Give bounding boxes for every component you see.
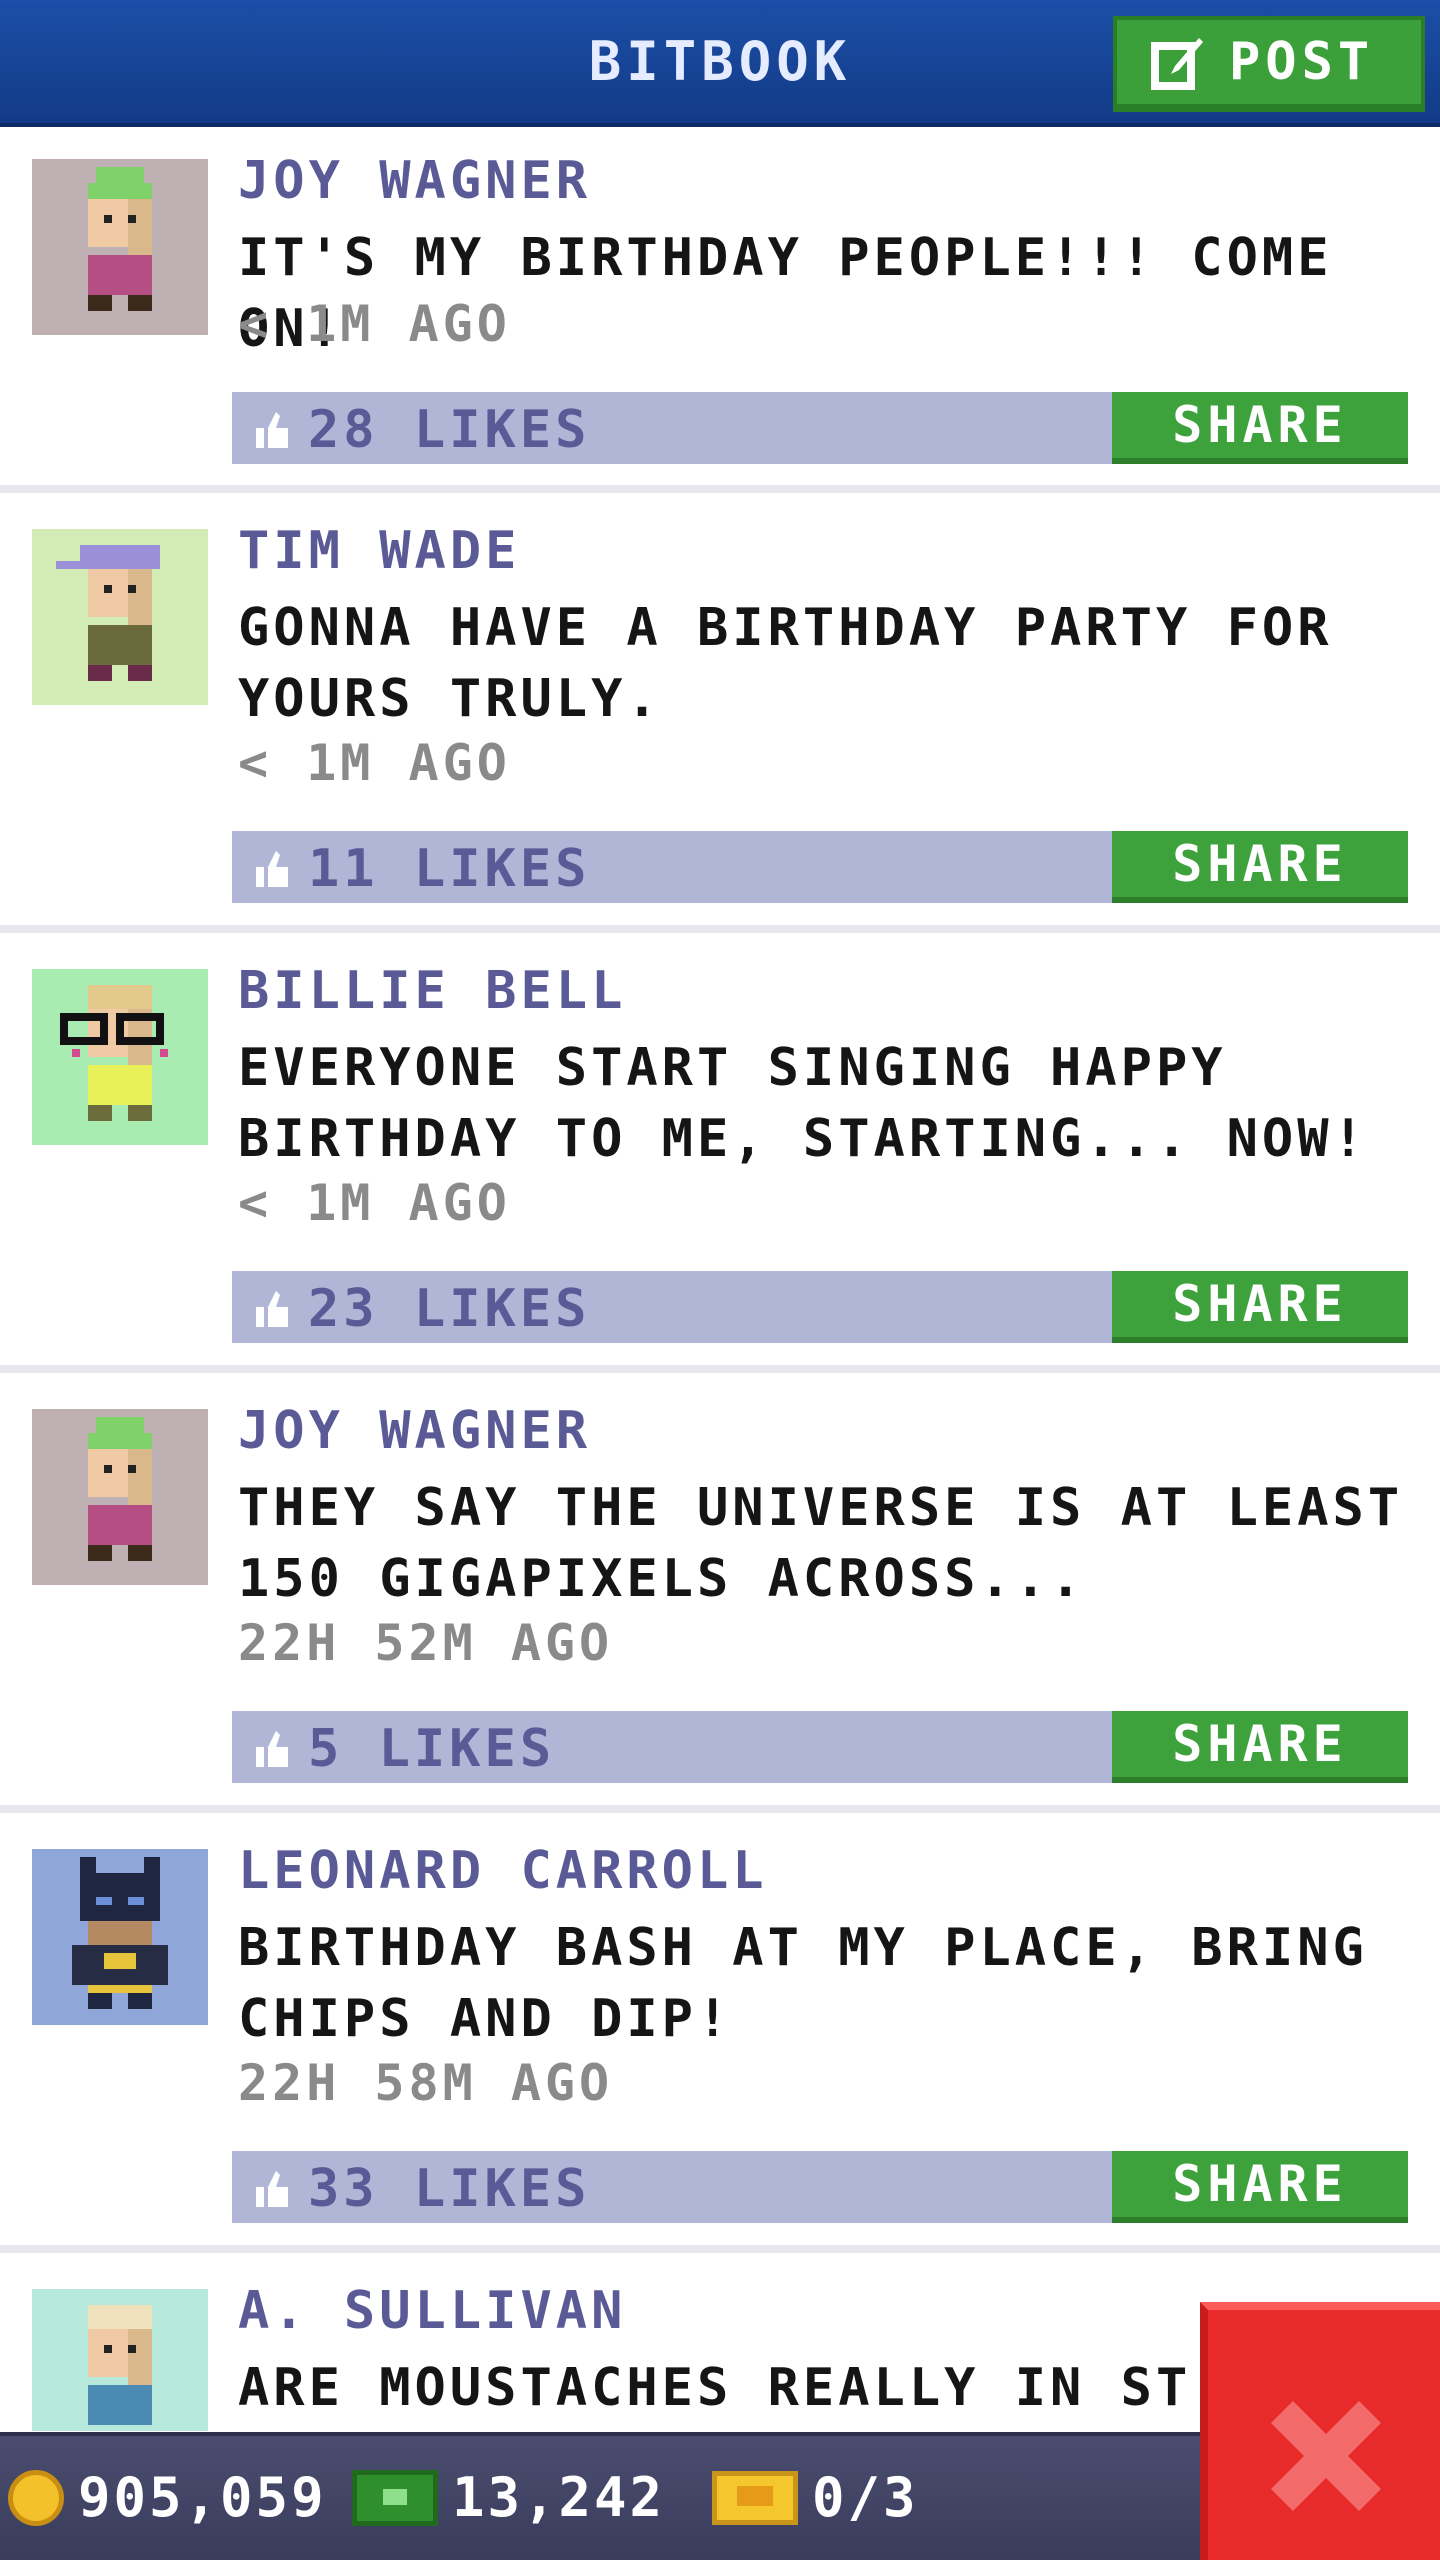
post-author[interactable]: JOY WAGNER	[238, 151, 591, 211]
bitizen-blond-icon[interactable]	[32, 2289, 208, 2431]
coin-icon	[8, 2469, 64, 2526]
post-time: 22H 52M AGO	[238, 1614, 614, 1672]
tickets-display[interactable]: 0/3	[712, 2466, 919, 2529]
close-button[interactable]	[1200, 2302, 1440, 2560]
post-author[interactable]: BILLIE BELL	[238, 961, 626, 1021]
bux-display[interactable]: 13,242	[352, 2466, 665, 2529]
tickets-amount: 0/3	[812, 2466, 919, 2529]
bux-icon	[352, 2469, 438, 2526]
likes-count: 11 LIKES	[308, 839, 591, 899]
likes-count: 33 LIKES	[308, 2159, 591, 2219]
post-author[interactable]: TIM WADE	[238, 521, 520, 581]
post-author[interactable]: LEONARD CARROLL	[238, 1841, 768, 1901]
close-icon	[1271, 2401, 1381, 2511]
likes-bar: 33 LIKES SHARE	[232, 2151, 1408, 2223]
coins-amount: 905,059	[78, 2466, 327, 2529]
share-button[interactable]: SHARE	[1112, 392, 1408, 464]
bux-amount: 13,242	[452, 2466, 666, 2529]
post-time: < 1M AGO	[238, 1174, 511, 1232]
bitizen-purple-cap-icon[interactable]	[32, 529, 208, 705]
post-button[interactable]: POST	[1113, 16, 1425, 112]
app-header: BITBOOK POST	[0, 0, 1440, 127]
post-button-label: POST	[1229, 32, 1375, 92]
post-author[interactable]: JOY WAGNER	[238, 1401, 591, 1461]
post-text: EVERYONE START SINGING HAPPY BIRTHDAY TO…	[238, 1038, 1368, 1169]
thumbs-up-icon	[256, 2171, 288, 2207]
likes-bar: 23 LIKES SHARE	[232, 1271, 1408, 1343]
feed-post: JOY WAGNER IT'S MY BIRTHDAY PEOPLE!!! CO…	[0, 131, 1440, 493]
feed-post: JOY WAGNER THEY SAY THE UNIVERSE IS AT L…	[0, 1381, 1440, 1813]
feed-post: LEONARD CARROLL BIRTHDAY BASH AT MY PLAC…	[0, 1821, 1440, 2253]
share-button[interactable]: SHARE	[1112, 1271, 1408, 1343]
post-time: 22H 58M AGO	[238, 2054, 614, 2112]
coins-display[interactable]: 905,059	[8, 2466, 327, 2529]
post-text: GONNA HAVE A BIRTHDAY PARTY FOR YOURS TR…	[238, 598, 1368, 729]
feed-post: BILLIE BELL EVERYONE START SINGING HAPPY…	[0, 941, 1440, 1373]
likes-bar: 28 LIKES SHARE	[232, 392, 1408, 464]
post-author[interactable]: A. SULLIVAN	[238, 2281, 626, 2341]
bitizen-glasses-icon[interactable]	[32, 969, 208, 1145]
post-time: < 1M AGO	[238, 734, 511, 792]
ticket-icon	[712, 2470, 798, 2525]
bitizen-green-hat-icon[interactable]	[32, 159, 208, 335]
share-button[interactable]: SHARE	[1112, 1711, 1408, 1783]
likes-bar: 11 LIKES SHARE	[232, 831, 1408, 903]
share-button[interactable]: SHARE	[1112, 2151, 1408, 2223]
feed-post: TIM WADE GONNA HAVE A BIRTHDAY PARTY FOR…	[0, 501, 1440, 933]
post-text: THEY SAY THE UNIVERSE IS AT LEAST 150 GI…	[238, 1478, 1439, 1609]
bitizen-bat-costume-icon[interactable]	[32, 1849, 208, 2025]
likes-bar: 5 LIKES SHARE	[232, 1711, 1408, 1783]
thumbs-up-icon	[256, 412, 288, 448]
likes-count: 5 LIKES	[308, 1719, 556, 1779]
post-text: BIRTHDAY BASH AT MY PLACE, BRING CHIPS A…	[238, 1918, 1404, 2049]
likes-count: 28 LIKES	[308, 400, 591, 460]
thumbs-up-icon	[256, 851, 288, 887]
likes-count: 23 LIKES	[308, 1279, 591, 1339]
feed-list[interactable]: JOY WAGNER IT'S MY BIRTHDAY PEOPLE!!! CO…	[0, 131, 1440, 2431]
bitizen-green-hat-icon[interactable]	[32, 1409, 208, 1585]
share-button[interactable]: SHARE	[1112, 831, 1408, 903]
compose-icon	[1151, 38, 1203, 90]
thumbs-up-icon	[256, 1291, 288, 1327]
thumbs-up-icon	[256, 1731, 288, 1767]
post-time: < 1M AGO	[238, 295, 511, 353]
